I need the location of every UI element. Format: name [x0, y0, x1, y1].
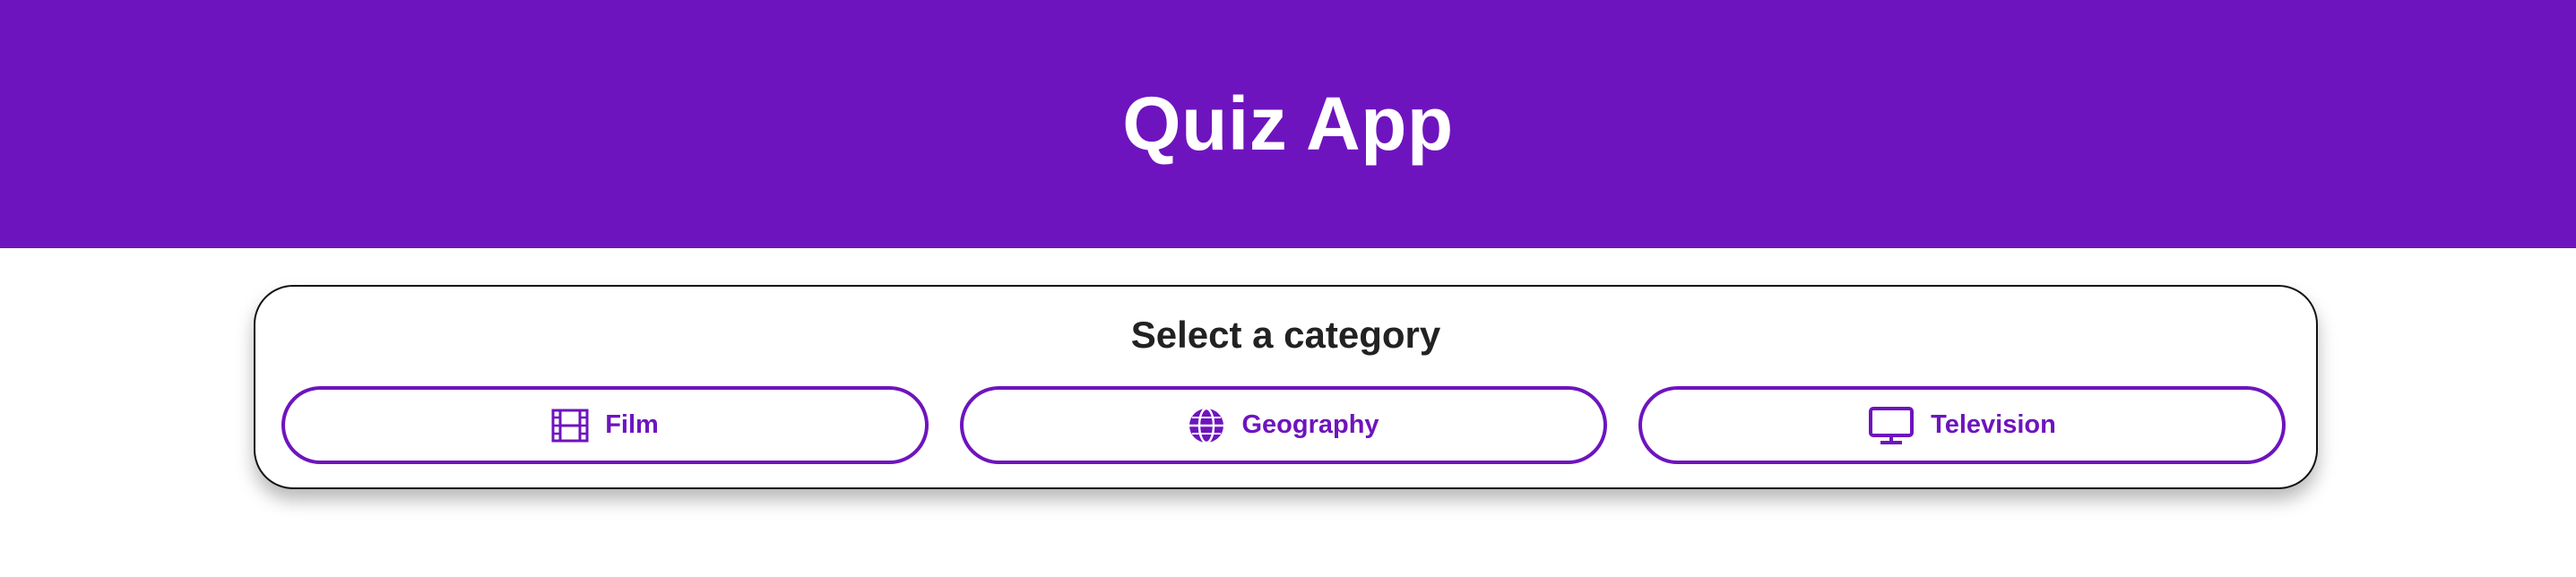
globe-icon [1188, 407, 1225, 444]
category-button-film[interactable]: Film [281, 386, 929, 464]
category-label-geography: Geography [1241, 410, 1379, 439]
category-panel-title: Select a category [1130, 314, 1441, 356]
category-label-film: Film [605, 410, 659, 439]
category-panel: Select a category Film Geography Televis… [254, 285, 2318, 489]
app-title: Quiz App [1122, 82, 1454, 166]
category-button-geography[interactable]: Geography [960, 386, 1607, 464]
film-icon [551, 409, 589, 443]
app-header: Quiz App [0, 0, 2576, 248]
category-label-television: Television [1931, 410, 2056, 439]
tv-icon [1868, 406, 1915, 445]
category-button-television[interactable]: Television [1638, 386, 2286, 464]
